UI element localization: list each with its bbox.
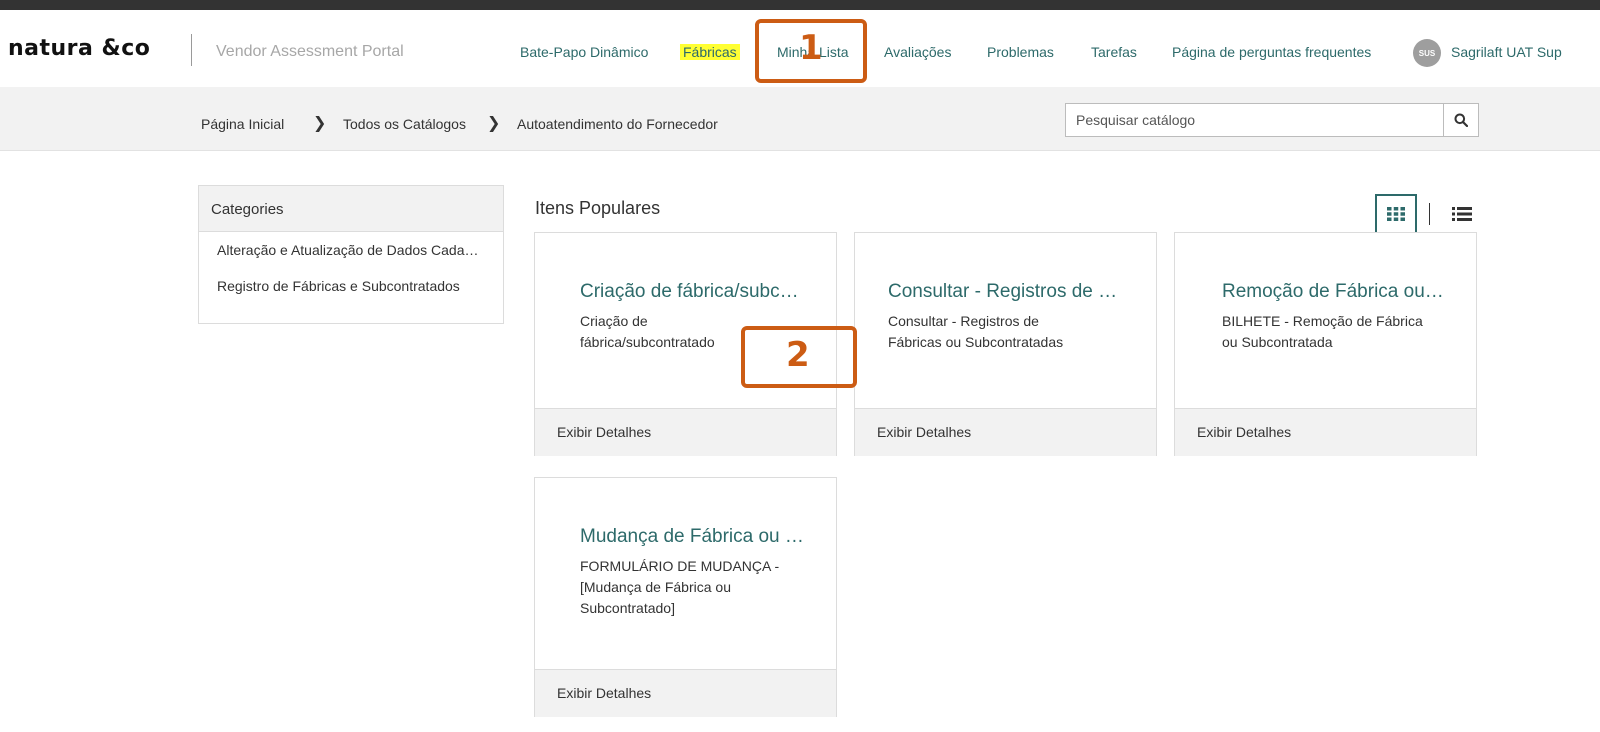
catalog-search [1065, 103, 1479, 137]
search-icon [1454, 113, 1468, 127]
catalog-card[interactable]: Mudança de Fábrica ou Subcontratado FORM… [534, 477, 837, 717]
card-description: BILHETE - Remoção de Fábrica ou Subcontr… [1222, 313, 1423, 350]
card-description: FORMULÁRIO DE MUDANÇA - [Mudança de Fábr… [580, 558, 780, 616]
natura-logo[interactable]: natura &co [8, 36, 150, 61]
nav-avaliacoes[interactable]: Avaliações [884, 44, 951, 60]
list-view-button[interactable] [1450, 202, 1474, 226]
breadcrumb: Página Inicial ❯ Todos os Catálogos ❯ Au… [0, 87, 1600, 151]
grid-view-button[interactable] [1375, 194, 1417, 234]
annotation-number: 2 [786, 335, 810, 375]
card-body[interactable]: Remoção de Fábrica ou Subcontratada BILH… [1175, 233, 1476, 408]
card-description: Consultar - Registros de Fábricas ou Sub… [888, 313, 1064, 350]
portal-title[interactable]: Vendor Assessment Portal [216, 43, 404, 61]
logo-divider [191, 34, 192, 66]
breadcrumb-separator-icon: ❯ [487, 115, 501, 132]
nav-bate-papo[interactable]: Bate-Papo Dinâmico [520, 44, 648, 60]
card-title[interactable]: Criação de fábrica/subcontratado [580, 281, 806, 303]
nav-faq[interactable]: Página de perguntas frequentes [1172, 44, 1371, 60]
categories-header: Categories [199, 186, 503, 232]
nav-problemas[interactable]: Problemas [987, 44, 1054, 60]
search-input[interactable] [1066, 104, 1443, 136]
top-dark-strip [0, 0, 1600, 10]
catalog-card[interactable]: Remoção de Fábrica ou Subcontratada BILH… [1174, 232, 1477, 456]
breadcrumb-home[interactable]: Página Inicial [201, 116, 284, 132]
card-description: Criação de fábrica/subcontratado [580, 313, 715, 350]
breadcrumb-current: Autoatendimento do Fornecedor [517, 116, 718, 132]
card-body[interactable]: Mudança de Fábrica ou Subcontratado FORM… [535, 478, 836, 669]
card-title[interactable]: Consultar - Registros de Fábricas ou Sub… [888, 281, 1126, 303]
view-toggle-divider [1429, 203, 1430, 225]
user-name[interactable]: Sagrilaft UAT Sup [1451, 44, 1562, 60]
card-body[interactable]: Consultar - Registros de Fábricas ou Sub… [855, 233, 1156, 408]
view-details-button[interactable]: Exibir Detalhes [535, 408, 836, 456]
view-details-button[interactable]: Exibir Detalhes [535, 669, 836, 717]
card-title[interactable]: Remoção de Fábrica ou Subcontratada [1222, 281, 1446, 303]
category-item[interactable]: Alteração e Atualização de Dados Cadastr… [199, 232, 503, 268]
nav-fabricas[interactable]: Fábricas [680, 44, 740, 60]
breadcrumb-all-catalogs[interactable]: Todos os Catálogos [343, 116, 466, 132]
categories-panel: Categories Alteração e Atualização de Da… [198, 185, 504, 324]
annotation-number: 1 [799, 28, 823, 68]
view-details-button[interactable]: Exibir Detalhes [855, 408, 1156, 456]
view-details-button[interactable]: Exibir Detalhes [1175, 408, 1476, 456]
list-view-icon [1452, 207, 1472, 221]
section-title: Itens Populares [535, 198, 661, 218]
grid-view-icon [1387, 207, 1405, 221]
card-title[interactable]: Mudança de Fábrica ou Subcontratado [580, 526, 806, 548]
catalog-card[interactable]: Consultar - Registros de Fábricas ou Sub… [854, 232, 1157, 456]
nav-tarefas[interactable]: Tarefas [1091, 44, 1137, 60]
search-button[interactable] [1443, 104, 1478, 136]
category-item[interactable]: Registro de Fábricas e Subcontratados [199, 268, 503, 304]
breadcrumb-separator-icon: ❯ [313, 115, 327, 132]
user-avatar[interactable]: SUS [1413, 39, 1441, 67]
